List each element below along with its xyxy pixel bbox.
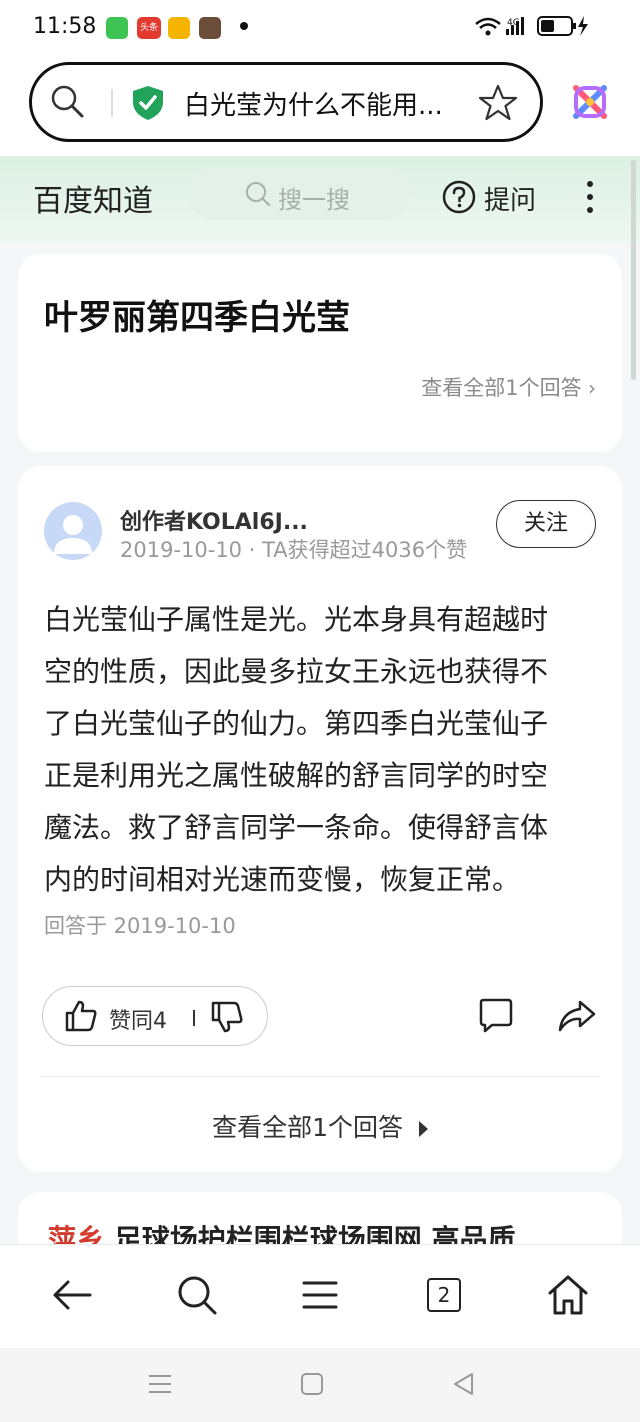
answer-line: 内的时间相对光速而变慢，恢复正常。: [44, 863, 521, 896]
home-button-icon[interactable]: [298, 1370, 326, 1398]
search-icon[interactable]: [48, 82, 88, 122]
view-all-answers-label: 查看全部1个回答: [212, 1113, 403, 1142]
battery-icon: [537, 16, 588, 36]
view-all-answers-label: 查看全部1个回答: [421, 376, 582, 400]
shield-icon: [133, 86, 163, 120]
home-icon[interactable]: [544, 1271, 592, 1319]
follow-button[interactable]: 关注: [496, 500, 596, 548]
share-icon[interactable]: [556, 996, 598, 1036]
view-all-answers-button[interactable]: 查看全部1个回答: [18, 1108, 622, 1144]
game-icon: [199, 17, 221, 39]
like-count[interactable]: 赞同4: [109, 1003, 167, 1035]
site-search-input[interactable]: 搜一搜: [188, 168, 410, 220]
search-icon: [246, 182, 271, 207]
search-placeholder: 搜一搜: [278, 186, 350, 214]
site-header: 百度知道 搜一搜 提问: [0, 156, 640, 244]
answer-text: 白光莹仙子属性是光。光本身具有超越时 空的性质，因此曼多拉女王永远也获得不 了白…: [44, 594, 600, 906]
ask-label: 提问: [484, 186, 537, 216]
avatar[interactable]: [44, 502, 102, 560]
divider: [42, 1076, 598, 1077]
address-bar[interactable]: 白光莹为什么不能用...: [29, 62, 543, 142]
notification-dot: [240, 22, 248, 30]
status-bar: 11:58 头条 4G: [0, 0, 640, 58]
browser-bottom-nav: 2: [0, 1244, 640, 1349]
comment-icon[interactable]: [476, 996, 516, 1036]
back-arrow-icon[interactable]: [48, 1271, 96, 1319]
tabs-icon: 2: [427, 1278, 461, 1312]
view-all-answers-link[interactable]: 查看全部1个回答 ›: [421, 372, 596, 402]
answer-line: 了白光莹仙子的仙力。第四季白光莹仙子: [44, 707, 549, 740]
tabs-button[interactable]: 2: [420, 1271, 468, 1319]
star-icon[interactable]: [478, 83, 518, 123]
status-icons: 4G: [475, 16, 588, 36]
thumbs-down-icon[interactable]: [209, 999, 245, 1035]
browser-toolbar: 白光莹为什么不能用...: [0, 58, 640, 156]
vote-separator: [193, 1010, 195, 1026]
question-card: 叶罗丽第四季白光莹 查看全部1个回答 ›: [18, 254, 622, 452]
scrollbar[interactable]: [631, 160, 636, 380]
author-meta: 2019-10-10 · TA获得超过4036个赞: [120, 538, 468, 562]
vote-pill: 赞同4: [42, 986, 268, 1046]
chevron-right-icon: ›: [581, 376, 596, 400]
answer-line: 白光莹仙子属性是光。光本身具有超越时: [44, 603, 549, 636]
toutiao-icon: 头条: [137, 17, 161, 39]
status-time: 11:58: [33, 14, 97, 39]
ask-button[interactable]: 提问: [442, 178, 542, 218]
answer-line: 正是利用光之属性破解的舒言同学的时空: [44, 759, 549, 792]
menu-icon[interactable]: [296, 1271, 344, 1319]
back-triangle-icon[interactable]: [450, 1370, 478, 1398]
page-title[interactable]: 白光莹为什么不能用...: [184, 85, 443, 122]
recents-icon[interactable]: [146, 1370, 174, 1398]
app-store-icon: [106, 17, 128, 39]
weibo-icon: [168, 17, 190, 39]
author-name[interactable]: 创作者KOLAl6J...: [120, 504, 308, 536]
browser-menu-icon[interactable]: [570, 82, 610, 122]
question-icon: [442, 180, 476, 214]
answered-date: 回答于 2019-10-10: [44, 914, 236, 938]
search-icon[interactable]: [173, 1271, 221, 1319]
thumbs-up-icon[interactable]: [63, 998, 99, 1034]
user-icon: [54, 515, 92, 554]
system-navigation: [0, 1348, 640, 1422]
site-logo[interactable]: 百度知道: [33, 176, 153, 220]
answer-line: 空的性质，因此曼多拉女王永远也获得不: [44, 655, 549, 688]
caret-right-icon: [418, 1121, 428, 1137]
answer-card: 创作者KOLAl6J... 2019-10-10 · TA获得超过4036个赞 …: [18, 466, 622, 1172]
answer-line: 魔法。救了舒言同学一条命。使得舒言体: [44, 811, 549, 844]
address-divider: [111, 89, 113, 117]
more-icon[interactable]: [580, 178, 600, 218]
wifi-icon: [475, 17, 501, 36]
question-title: 叶罗丽第四季白光莹: [44, 298, 350, 338]
